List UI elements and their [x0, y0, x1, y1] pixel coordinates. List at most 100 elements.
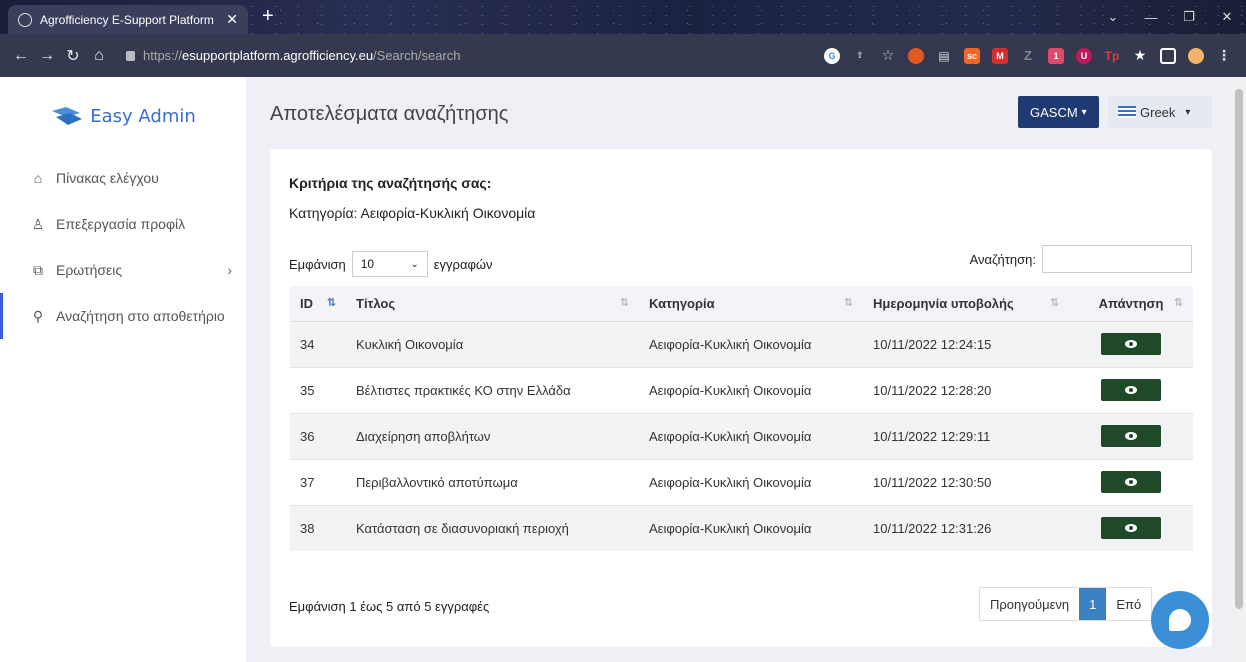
cell-category: Αειφορία-Κυκλική Οικονομία: [639, 366, 863, 413]
extension-icon[interactable]: Tp: [1104, 48, 1120, 64]
view-answer-button[interactable]: [1101, 333, 1161, 355]
extension-icon[interactable]: ▤: [936, 48, 952, 64]
column-header-answer[interactable]: Απάντηση ⇅: [1069, 286, 1193, 322]
new-tab-button[interactable]: +: [262, 5, 274, 28]
eye-icon: [1125, 432, 1137, 440]
page-length-control: Εμφάνιση 10 ⌄ εγγραφών: [289, 251, 493, 277]
share-icon[interactable]: ⇪: [852, 48, 868, 64]
cell-title: Κυκλική Οικονομία: [346, 320, 639, 367]
forward-icon[interactable]: →: [34, 47, 60, 65]
eye-icon: [1125, 524, 1137, 533]
url-prefix: https://: [143, 48, 183, 63]
cell-category: Αειφορία-Κυκλική Οικονομία: [639, 458, 863, 505]
questions-icon: ⧉: [33, 261, 43, 278]
column-header-category[interactable]: Κατηγορία ⇅: [639, 286, 863, 322]
next-page-button[interactable]: Επό: [1106, 588, 1151, 620]
cell-answer: [1069, 412, 1193, 459]
browser-menu-icon[interactable]: ⋮: [1216, 47, 1232, 64]
org-dropdown-button[interactable]: GASCM ▾: [1018, 96, 1099, 128]
page-size-select[interactable]: 10 ⌄: [351, 251, 428, 277]
search-label: Αναζήτηση:: [969, 251, 1036, 267]
sort-icon: ⇅: [843, 296, 853, 309]
browser-tab[interactable]: Agrofficiency E-Support Platform ✕: [8, 5, 248, 34]
sidebar-item-questions[interactable]: ⧉ Ερωτήσεις ›: [0, 247, 246, 293]
scrollbar-thumb[interactable]: [1235, 89, 1243, 609]
eye-icon: [1125, 478, 1137, 486]
back-icon[interactable]: ←: [8, 47, 34, 65]
greek-flag-icon: [1118, 106, 1136, 118]
column-header-id[interactable]: ID ⇅: [290, 286, 346, 322]
lock-icon: [126, 50, 135, 61]
table-row: 36 Διαχείρηση αποβλήτων Αειφορία-Κυκλική…: [290, 412, 1193, 459]
criteria-category: Κατηγορία: Αειφορία-Κυκλική Οικονομία: [289, 205, 536, 221]
table-row: 34 Κυκλική Οικονομία Αειφορία-Κυκλική Οι…: [290, 320, 1193, 367]
extension-icon[interactable]: M: [992, 47, 1008, 64]
chat-widget-button[interactable]: [1151, 591, 1209, 649]
extensions-puzzle-icon[interactable]: ★: [1132, 47, 1148, 64]
view-answer-button[interactable]: [1101, 471, 1161, 493]
cell-date: 10/11/2022 12:30:50: [863, 458, 1069, 505]
tab-title: Agrofficiency E-Support Platform: [40, 12, 214, 27]
language-dropdown[interactable]: Greek ▾: [1108, 96, 1212, 128]
table-row: 37 Περιβαλλοντικό αποτύπωμα Αειφορία-Κυκ…: [290, 458, 1193, 505]
close-window-button[interactable]: ✕: [1208, 0, 1246, 34]
extension-icon[interactable]: Z: [1020, 48, 1036, 64]
tab-search-icon[interactable]: ⌄: [1094, 0, 1132, 34]
window-controls: ⌄ — ❐ ✕: [1094, 0, 1246, 34]
extension-icon[interactable]: sc: [964, 47, 980, 64]
cell-date: 10/11/2022 12:28:20: [863, 366, 1069, 413]
app: Easy Admin ⌂ Πίνακας ελέγχου ♙ Επεξεργασ…: [0, 77, 1246, 662]
org-label: GASCM: [1030, 104, 1078, 120]
home-icon[interactable]: ⌂: [86, 47, 112, 65]
sort-icon: ⇅: [619, 296, 629, 309]
chat-bubble-icon: [1169, 609, 1191, 631]
search-input[interactable]: [1042, 245, 1192, 273]
results-table: ID ⇅ Τίτλος ⇅ Κατηγορία ⇅ Ημερομηνία υποβολ…: [290, 286, 1193, 551]
extension-icon[interactable]: U: [1076, 47, 1092, 64]
view-answer-button[interactable]: [1101, 425, 1161, 447]
browser-tab-bar: Agrofficiency E-Support Platform ✕ + ⌄ —…: [0, 0, 1246, 34]
sidebar-item-profile[interactable]: ♙ Επεξεργασία προφίλ: [0, 201, 246, 247]
page-button-current[interactable]: 1: [1079, 588, 1107, 620]
sidebar-item-dashboard[interactable]: ⌂ Πίνακας ελέγχου: [0, 155, 246, 201]
view-answer-button[interactable]: [1101, 379, 1161, 401]
url-field[interactable]: https://esupportplatform.agrofficiency.e…: [118, 41, 656, 71]
page-size-value: 10: [360, 257, 375, 271]
extension-icon[interactable]: [908, 47, 924, 64]
cell-answer: [1069, 320, 1193, 367]
minimize-button[interactable]: —: [1132, 0, 1170, 34]
sidebar-item-label: Αναζήτηση στο αποθετήριο: [56, 308, 225, 324]
url-path: /Search/search: [373, 48, 461, 63]
brand-name: Easy Admin: [90, 105, 196, 127]
logo-icon: [52, 107, 83, 125]
extension-icon[interactable]: 1: [1048, 47, 1064, 64]
sidebar-item-repository-search[interactable]: ⚲ Αναζήτηση στο αποθετήριο: [0, 293, 246, 339]
page-scrollbar[interactable]: [1232, 77, 1246, 662]
chevron-right-icon: ›: [227, 262, 232, 278]
google-icon[interactable]: G: [824, 47, 840, 64]
view-answer-button[interactable]: [1101, 517, 1161, 540]
bookmark-star-icon[interactable]: ☆: [880, 47, 896, 64]
brand[interactable]: Easy Admin: [0, 77, 246, 155]
address-bar: ← → ↻ ⌂ https://esupportplatform.agroffi…: [0, 34, 1246, 77]
caret-down-icon: ▾: [1185, 106, 1191, 118]
show-label: Εμφάνιση: [289, 256, 346, 272]
extensions-bar: G ⇪ ☆ ▤ sc M Z 1 U Tp ★ ⋮: [824, 47, 1238, 64]
previous-page-button[interactable]: Προηγούμενη: [980, 588, 1079, 620]
column-header-date[interactable]: Ημερομηνία υποβολής ⇅: [863, 286, 1069, 322]
column-header-title[interactable]: Τίτλος ⇅: [346, 286, 639, 322]
sort-icon: ⇅: [1173, 296, 1183, 309]
maximize-button[interactable]: ❐: [1170, 0, 1208, 34]
profile-avatar[interactable]: [1188, 47, 1204, 64]
cell-id: 35: [290, 366, 346, 413]
page-title: Αποτελέσματα αναζήτησης: [270, 103, 509, 125]
sidebar-item-label: Ερωτήσεις: [56, 262, 123, 278]
side-panel-icon[interactable]: [1160, 47, 1176, 64]
cell-date: 10/11/2022 12:24:15: [863, 320, 1069, 367]
reload-icon[interactable]: ↻: [60, 46, 86, 66]
eye-icon: [1125, 386, 1137, 394]
home-icon: ⌂: [33, 170, 43, 186]
main-content: Αποτελέσματα αναζήτησης GASCM ▾ Greek ▾ …: [246, 77, 1232, 662]
eye-icon: [1125, 340, 1137, 348]
close-tab-icon[interactable]: ✕: [226, 11, 238, 28]
